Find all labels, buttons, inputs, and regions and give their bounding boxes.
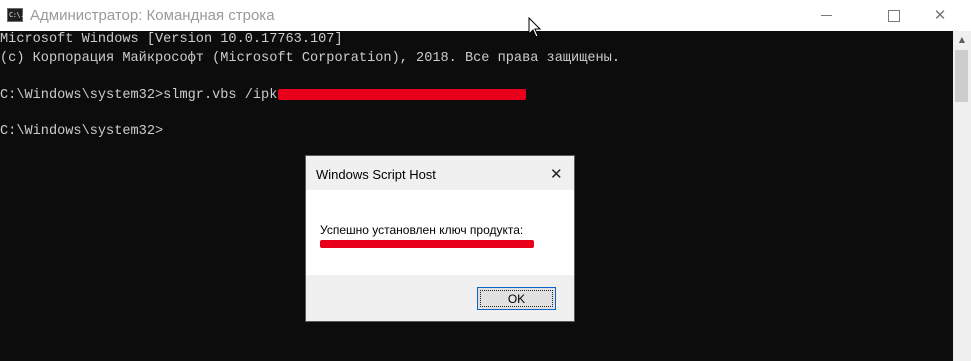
maximize-button[interactable] bbox=[871, 0, 917, 31]
console-line-command: C:\Windows\system32>slmgr.vbs /ipk bbox=[0, 88, 278, 103]
cmd-icon: C:\. bbox=[7, 8, 24, 22]
mouse-cursor-icon bbox=[528, 17, 542, 38]
minimize-button[interactable] bbox=[803, 0, 849, 31]
dialog-title: Windows Script Host bbox=[316, 167, 436, 182]
close-icon: ✕ bbox=[933, 6, 947, 24]
vertical-scrollbar[interactable]: ▲ bbox=[953, 31, 971, 361]
scroll-up-arrow-icon[interactable]: ▲ bbox=[953, 31, 971, 48]
console-line-copyright: (c) Корпорация Майкрософт (Microsoft Cor… bbox=[0, 51, 620, 66]
scroll-thumb[interactable] bbox=[955, 50, 968, 102]
redaction-mark-product-key bbox=[320, 240, 534, 248]
dialog-body: Успешно установлен ключ продукта: bbox=[306, 190, 574, 275]
script-host-dialog: Windows Script Host ✕ Успешно установлен… bbox=[305, 155, 575, 322]
dialog-close-icon[interactable]: ✕ bbox=[550, 165, 563, 183]
close-button[interactable]: ✕ bbox=[917, 0, 963, 31]
minimize-icon bbox=[820, 15, 832, 16]
dialog-message: Успешно установлен ключ продукта: bbox=[320, 223, 524, 237]
redaction-mark-key bbox=[278, 89, 526, 100]
ok-button-label: OK bbox=[507, 291, 526, 306]
ok-button[interactable]: OK bbox=[477, 287, 556, 310]
maximize-icon bbox=[888, 9, 900, 22]
window-title: Администратор: Командная строка bbox=[30, 7, 275, 24]
console-line-version: Microsoft Windows [Version 10.0.17763.10… bbox=[0, 32, 343, 47]
title-bar: C:\. Администратор: Командная строка ✕ bbox=[0, 0, 971, 31]
console-line-prompt: C:\Windows\system32> bbox=[0, 124, 164, 139]
